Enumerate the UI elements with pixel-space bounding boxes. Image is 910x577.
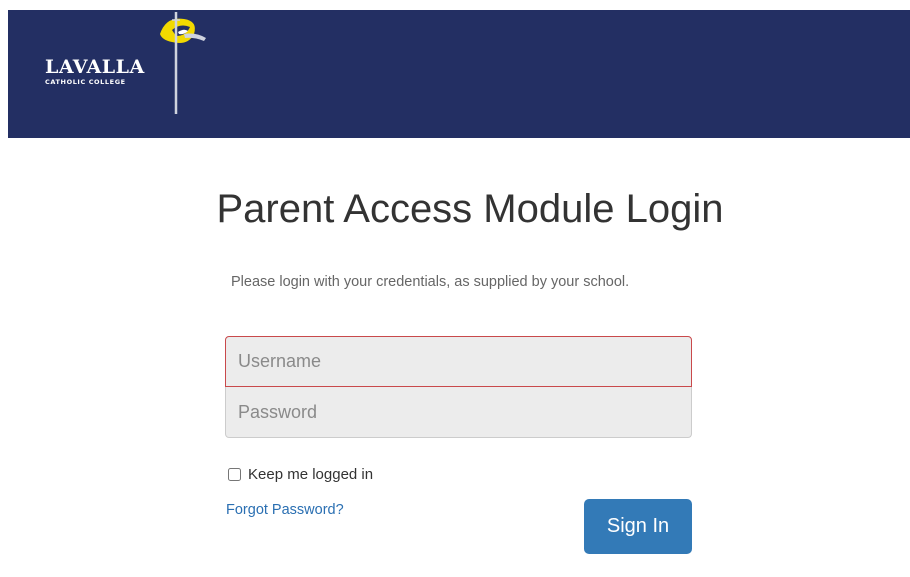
sign-in-button[interactable]: Sign In xyxy=(584,499,692,554)
forgot-password-link[interactable]: Forgot Password? xyxy=(226,502,344,518)
keep-logged-in-label: Keep me logged in xyxy=(248,466,374,483)
login-instructions: Please login with your credentials, as s… xyxy=(231,274,630,290)
logo-name: LAVALLA xyxy=(45,56,145,78)
site-header: LAVALLA CATHOLIC COLLEGE xyxy=(8,10,910,138)
keep-logged-in-option[interactable]: Keep me logged in xyxy=(228,466,373,483)
page-title: Parent Access Module Login xyxy=(216,187,724,231)
keep-logged-in-checkbox[interactable] xyxy=(228,468,241,481)
lavalla-crest-icon xyxy=(160,12,206,114)
password-input[interactable] xyxy=(225,387,692,438)
logo-subtitle: CATHOLIC COLLEGE xyxy=(45,78,126,86)
college-logo[interactable]: LAVALLA CATHOLIC COLLEGE xyxy=(38,10,208,120)
username-input[interactable] xyxy=(225,336,692,387)
